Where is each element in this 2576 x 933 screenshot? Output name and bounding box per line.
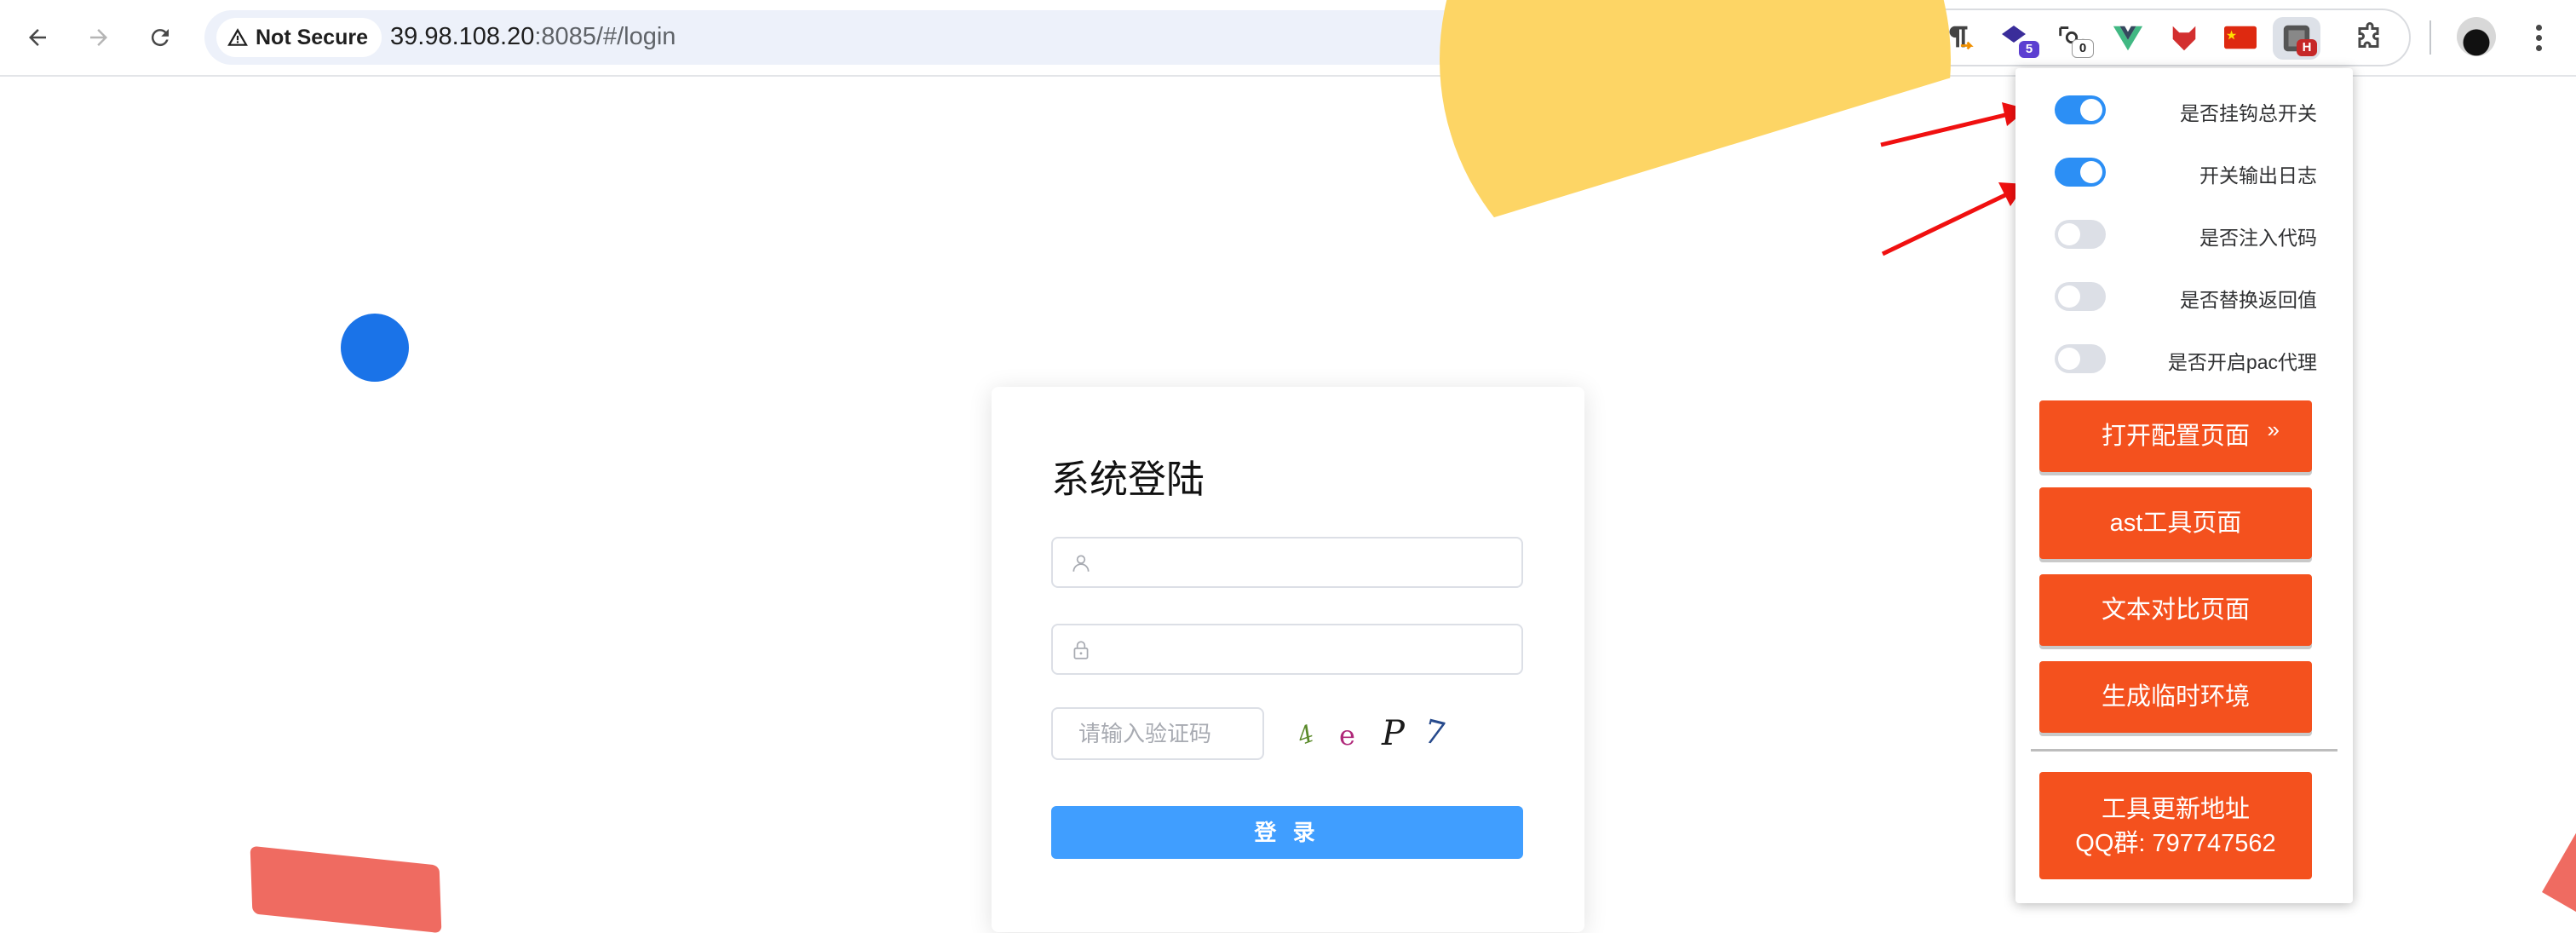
ast-tool-page-button[interactable]: ast工具页面 bbox=[2039, 487, 2312, 559]
decorative-red-shape bbox=[250, 845, 442, 933]
username-input[interactable] bbox=[1051, 537, 1523, 588]
extension-china-flag[interactable] bbox=[2222, 19, 2259, 56]
toolbar-divider bbox=[2429, 20, 2431, 55]
open-config-page-button[interactable]: 打开配置页面 » bbox=[2039, 400, 2312, 472]
red-arrow-icon bbox=[1881, 182, 2026, 256]
extension-badge: 0 bbox=[2072, 39, 2094, 58]
tool-update-button[interactable]: 工具更新地址 QQ群: 797747562 bbox=[2039, 772, 2312, 879]
update-line-2: QQ群: 797747562 bbox=[2075, 830, 2276, 857]
switch-label: 是否挂钩总开关 bbox=[2180, 102, 2317, 124]
switch-hook-master[interactable]: 是否挂钩总开关 bbox=[2015, 89, 2353, 131]
login-card: 系统登陆 请输入验证码 4 e P 7 登 录 bbox=[992, 387, 1584, 932]
forward-arrow-icon bbox=[90, 29, 107, 46]
switch-label: 是否开启pac代理 bbox=[2167, 351, 2317, 373]
extensions-menu-button[interactable] bbox=[2351, 19, 2389, 56]
browser-menu-button[interactable] bbox=[2521, 19, 2556, 56]
red-fox-extension-icon bbox=[2172, 26, 2196, 51]
decorative-blue-circle bbox=[341, 314, 409, 382]
text-diff-page-button[interactable]: 文本对比页面 bbox=[2039, 574, 2312, 646]
generate-temp-env-button[interactable]: 生成临时环境 bbox=[2039, 661, 2312, 733]
forward-button[interactable] bbox=[78, 17, 119, 58]
toggle-switch[interactable] bbox=[2055, 344, 2106, 373]
switch-label: 是否替换返回值 bbox=[2180, 289, 2317, 311]
extension-vue[interactable] bbox=[2109, 19, 2147, 56]
back-arrow-icon bbox=[29, 29, 46, 46]
switch-replace-return[interactable]: 是否替换返回值 bbox=[2015, 275, 2353, 318]
switch-label: 开关输出日志 bbox=[2199, 164, 2317, 187]
warning-icon bbox=[227, 28, 248, 46]
vue-devtools-icon bbox=[2113, 26, 2143, 51]
lock-icon bbox=[1073, 641, 1089, 659]
double-chevron-icon: » bbox=[2267, 417, 2280, 442]
extension-badge: 5 bbox=[2019, 41, 2039, 58]
toggle-switch[interactable] bbox=[2055, 220, 2106, 249]
extension-proxy[interactable]: 0 bbox=[2053, 19, 2094, 58]
url-host: 39.98.108.20 bbox=[390, 23, 535, 50]
popup-divider bbox=[2031, 749, 2337, 752]
browser-toolbar: Not Secure 39.98.108.20:8085/#/login 5 0 bbox=[0, 0, 2576, 77]
security-chip[interactable]: Not Secure bbox=[216, 18, 382, 57]
captcha-image[interactable]: 4 e P 7 bbox=[1294, 711, 1469, 762]
password-input[interactable] bbox=[1051, 624, 1523, 675]
captcha-char: 7 bbox=[1420, 711, 1450, 754]
login-button[interactable]: 登 录 bbox=[1051, 806, 1523, 859]
toggle-switch[interactable] bbox=[2055, 282, 2106, 311]
switch-pac-proxy[interactable]: 是否开启pac代理 bbox=[2015, 337, 2353, 380]
button-label: 打开配置页面 bbox=[2101, 423, 2250, 450]
decorative-red-shape-right bbox=[2542, 803, 2576, 918]
extension-badge: H bbox=[2297, 39, 2317, 56]
puzzle-icon bbox=[2358, 22, 2379, 48]
captcha-char: P bbox=[1382, 714, 1405, 753]
url-text[interactable]: 39.98.108.20:8085/#/login bbox=[390, 23, 676, 51]
extension-hook-helper[interactable]: H bbox=[2273, 17, 2320, 60]
update-line-1: 工具更新地址 bbox=[2101, 796, 2250, 823]
url-path: :8085/#/login bbox=[534, 23, 676, 50]
extension-stack[interactable]: 5 bbox=[1997, 19, 2039, 58]
reload-button[interactable] bbox=[140, 17, 181, 58]
switch-label: 是否注入代码 bbox=[2199, 227, 2317, 249]
reload-icon bbox=[151, 29, 169, 47]
captcha-char: 4 bbox=[1293, 718, 1318, 752]
toggle-switch[interactable] bbox=[2055, 95, 2106, 124]
captcha-input[interactable]: 请输入验证码 bbox=[1051, 707, 1264, 760]
extension-red-fox[interactable] bbox=[2165, 19, 2203, 56]
user-icon bbox=[1072, 555, 1090, 572]
back-button[interactable] bbox=[17, 17, 58, 58]
profile-avatar[interactable] bbox=[2457, 17, 2496, 56]
extension-popup: 是否挂钩总开关 开关输出日志 是否注入代码 是否替换返回值 是否开启pac代理 … bbox=[2015, 68, 2353, 903]
captcha-char: e bbox=[1339, 719, 1355, 752]
login-title: 系统登陆 bbox=[1051, 457, 1205, 502]
toggle-switch[interactable] bbox=[2055, 158, 2106, 187]
switch-output-log[interactable]: 开关输出日志 bbox=[2015, 151, 2353, 193]
security-chip-label: Not Secure bbox=[256, 25, 368, 49]
red-arrow-icon bbox=[1880, 102, 2027, 147]
switch-inject-code[interactable]: 是否注入代码 bbox=[2015, 213, 2353, 256]
china-flag-extension-icon bbox=[2224, 26, 2257, 49]
